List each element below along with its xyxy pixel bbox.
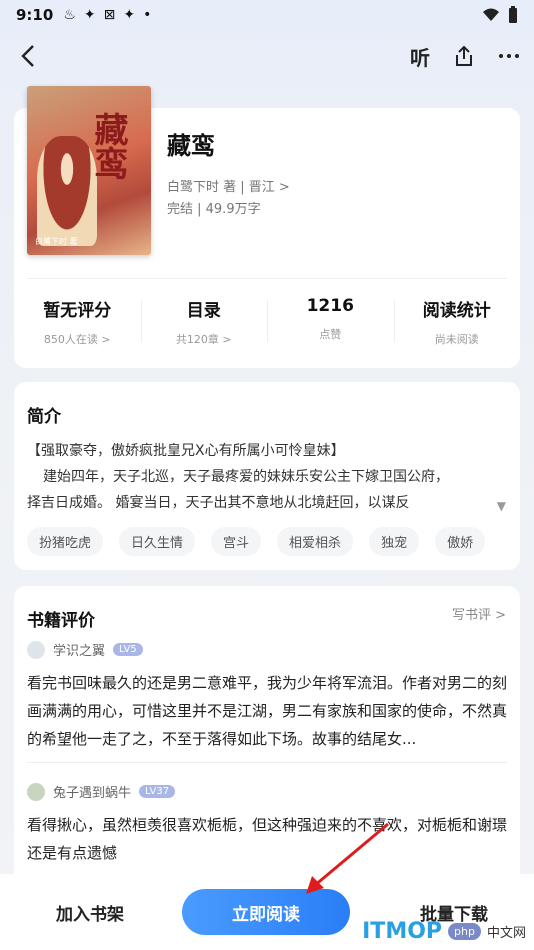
intro-text[interactable]: 【强取豪夺，傲娇疯批皇兄X心有所属小可怜皇妹】 建始四年，天子北巡，天子最疼爱的… (27, 438, 507, 516)
review-user: 学识之翼 LV5 (27, 640, 507, 659)
book-cover[interactable]: 藏鸾 白鹭下时 著 (27, 86, 151, 255)
cover-title: 藏鸾 (88, 112, 128, 180)
intro-line: 建始四年，天子北巡，天子最疼爱的妹妹乐安公主下嫁卫国公府， (43, 469, 449, 485)
level-badge: LV37 (139, 785, 176, 798)
reviews-card: 书籍评价 写书评 > 学识之翼 LV5 看完书回味最久的还是男二意难平，我为少年… (14, 586, 520, 886)
stat-value: 阅读统计 (422, 301, 491, 321)
app-notification-icon: ♨ (63, 7, 76, 23)
expand-icon[interactable]: ▼ (497, 499, 506, 513)
write-review-link[interactable]: 写书评 > (452, 604, 506, 623)
stat-label: 尚未阅读 (434, 333, 479, 346)
book-author-link[interactable]: 白鹭下时 著 | 晋江 > (167, 176, 290, 195)
stat-label: 点赞 (319, 328, 342, 341)
share-icon[interactable] (454, 45, 474, 67)
intro-line: 择吉日成婚。 婚宴当日，天子出其不意地从北境赶回，以谋反 (27, 495, 410, 511)
back-button[interactable] (14, 42, 42, 70)
review-content: 看完书回味最久的还是男二意难平，我为少年将军流泪。作者对男二的刻画满满的用心，可… (27, 674, 508, 748)
stat-label: 850人在读 > (43, 333, 111, 346)
app-notification-icon: ⊠ (103, 7, 116, 23)
divider (27, 278, 507, 279)
stat-reading[interactable]: 阅读统计 尚未阅读 (393, 296, 521, 347)
level-badge: LV5 (113, 643, 143, 656)
read-now-button[interactable]: 立即阅读 (182, 889, 350, 935)
watermark-cn: 中文网 (486, 926, 526, 941)
top-nav: 听 (0, 36, 534, 76)
stats-row: 暂无评分 850人在读 > 目录 共120章 > 1216 点赞 阅读统计 尚未… (14, 296, 520, 347)
review-item[interactable]: 学识之翼 LV5 看完书回味最久的还是男二意难平，我为少年将军流泪。作者对男二的… (27, 640, 507, 753)
stat-catalog[interactable]: 目录 共120章 > (140, 296, 268, 347)
stat-likes[interactable]: 1216 点赞 (267, 296, 394, 347)
review-username: 学识之翼 (53, 644, 106, 659)
notification-icons: ♨ ✦ ⊠ ✦ • (63, 7, 151, 23)
tag[interactable]: 相爱相杀 (277, 527, 354, 556)
chevron-left-icon (21, 45, 34, 67)
dot-icon: • (143, 7, 152, 23)
listen-button[interactable]: 听 (410, 42, 430, 71)
battery-icon (509, 6, 517, 23)
tag[interactable]: 独宠 (369, 527, 420, 556)
review-item[interactable]: 兔子遇到蜗牛 LV37 看得揪心，虽然桓羡很喜欢栀栀，但这种强迫来的不喜欢，对栀… (27, 782, 507, 867)
stat-value: 目录 (186, 301, 221, 321)
app-notification-icon: ✦ (123, 7, 136, 23)
tag[interactable]: 宫斗 (211, 527, 262, 556)
avatar (27, 782, 45, 801)
review-username: 兔子遇到蜗牛 (53, 786, 132, 801)
book-status: 完结 | 49.9万字 (167, 202, 261, 217)
stat-value: 暂无评分 (43, 301, 112, 321)
divider (27, 762, 507, 763)
tag[interactable]: 傲娇 (435, 527, 486, 556)
watermark: ITMOP php 中文网 (362, 919, 526, 944)
tag-list: 扮猪吃虎 日久生情 宫斗 相爱相杀 独宠 傲娇 (27, 527, 507, 556)
stat-value: 1216 (306, 296, 354, 316)
review-content: 看得揪心，虽然桓羡很喜欢栀栀，但这种强迫来的不喜欢，对栀栀和谢璟还是有点遗憾 (27, 816, 508, 862)
review-user: 兔子遇到蜗牛 LV37 (27, 782, 507, 801)
avatar (27, 640, 45, 659)
more-icon[interactable] (498, 53, 520, 59)
tag[interactable]: 扮猪吃虎 (27, 527, 104, 556)
intro-line: 【强取豪夺，傲娇疯批皇兄X心有所属小可怜皇妹】 (27, 443, 345, 459)
app-notification-icon: ✦ (83, 7, 96, 23)
watermark-brand: ITMOP (362, 919, 443, 944)
stat-rating[interactable]: 暂无评分 850人在读 > (14, 296, 141, 347)
add-to-shelf-button[interactable]: 加入书架 (20, 900, 160, 925)
tag[interactable]: 日久生情 (119, 527, 196, 556)
book-title: 藏鸾 (167, 132, 215, 160)
wifi-icon (483, 8, 499, 21)
intro-card: 简介 【强取豪夺，傲娇疯批皇兄X心有所属小可怜皇妹】 建始四年，天子北巡，天子最… (14, 382, 520, 570)
intro-title: 简介 (27, 407, 61, 427)
status-bar: 9:10 ♨ ✦ ⊠ ✦ • (0, 0, 534, 30)
stat-label: 共120章 > (175, 333, 232, 346)
book-info-card: 藏鸾 白鹭下时 著 藏鸾 白鹭下时 著 | 晋江 > 完结 | 49.9万字 暂… (14, 86, 520, 368)
cover-author: 白鹭下时 著 (35, 237, 78, 246)
status-time: 9:10 (16, 6, 54, 24)
watermark-php: php (448, 923, 481, 940)
reviews-title: 书籍评价 (27, 611, 95, 631)
